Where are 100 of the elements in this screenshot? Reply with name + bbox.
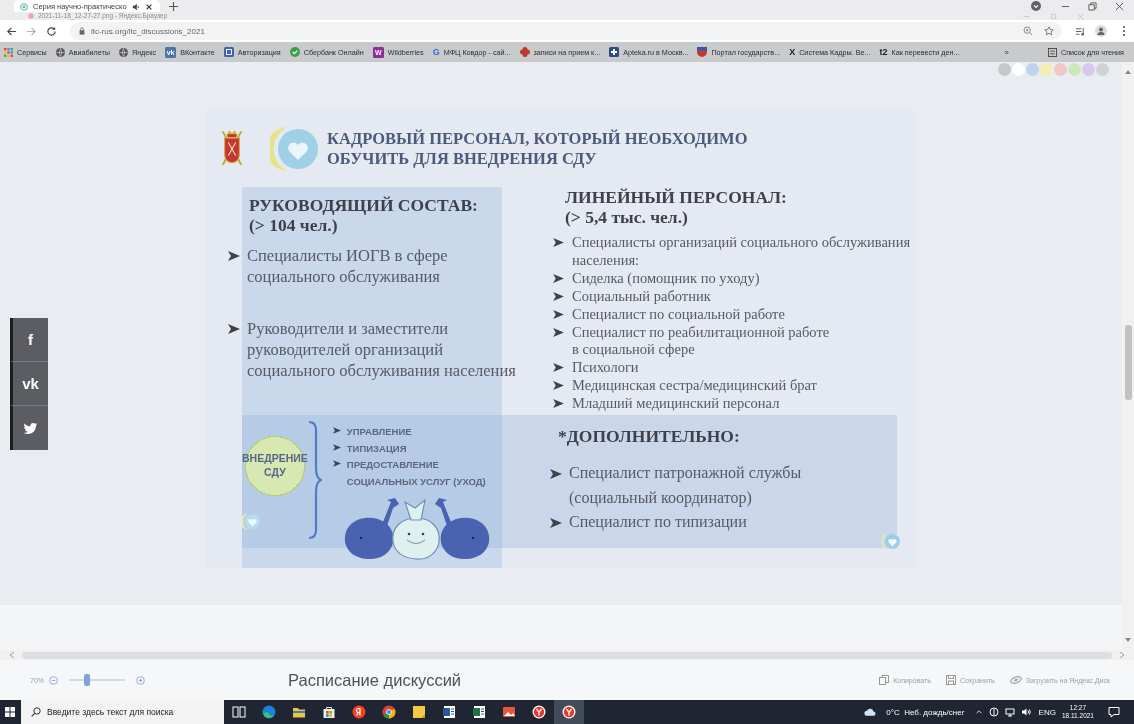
document-icon [442,705,456,719]
close-icon [1077,12,1084,20]
site-logo: t2 [879,47,888,57]
search-icon [31,707,41,717]
search-field[interactable]: Введите здесь текст для поиска [21,700,224,724]
globe-icon [118,47,128,57]
arrow-bullet-icon [228,251,240,261]
chevron-down-icon[interactable] [1031,1,1041,11]
browser-icon [562,705,576,719]
notification-icon[interactable] [1108,706,1120,718]
app-logo-icon [28,13,34,19]
list-item-text: Специалисты ИОГВ в сфере социального обслуживания [247,245,449,287]
arrow-bullet-icon [332,460,341,467]
list-item-text: Руководители и заместители руководителей организаций социального обслуживания населения [247,318,517,381]
share-button[interactable] [10,406,48,450]
list-item-text: Психологи [572,359,640,378]
scrollbar-thumb[interactable] [22,651,1112,659]
scroll-down-icon[interactable] [1125,638,1131,642]
arrow-bullet-icon [553,399,564,409]
plus-icon[interactable] [168,2,178,11]
list-item-text: Специалист патронажной службы (социальный координатор) [569,463,802,509]
arrow-bullet-icon [553,381,564,391]
arrow-bullet-icon [553,309,564,319]
share-button[interactable]: f [10,318,48,362]
arrow-bullet-icon [553,291,564,301]
topic-label: ВНЕДРЕНИЕ СДУ [242,435,308,497]
section-heading: *ДОПОЛНИТЕЛЬНО: [557,426,741,446]
globe-icon [55,47,65,57]
list-item-text: Специалисты организаций социального обслуживания населения: [572,234,912,270]
reload-icon[interactable] [46,25,57,37]
slide-title: КАДРОВЫЙ ПЕРСОНАЛ, КОТОРЫЙ НЕОБХОДИМО ОБУЧИТЬ ДЛЯ ВНЕДРЕНИЯ СДУ [327,129,749,168]
arrow-bullet-icon [228,324,240,334]
app-logo-icon [352,705,366,719]
close-icon[interactable] [1115,2,1124,11]
share-button[interactable]: vk [10,362,48,406]
bird-icon [23,421,38,435]
browser-icon [382,705,396,719]
site-logo: G [432,47,440,57]
circle-icon[interactable] [988,707,999,717]
picture-icon [502,705,516,719]
restore-icon[interactable] [1088,2,1097,11]
arrow-bullet-icon [550,469,562,479]
heart-logo-icon [882,532,901,551]
taskbar-button[interactable] [554,700,584,724]
back-icon[interactable] [6,25,17,37]
menu-icon[interactable] [1122,25,1126,37]
section-count: (> 5,4 тыс. чел.) [564,207,689,227]
list-icon [1047,47,1057,57]
cloud-icon [864,706,877,718]
section-heading: ЛИНЕЙНЫЙ ПЕРСОНАЛ: [564,187,788,207]
sticky-note-icon [412,705,426,719]
arrow-bullet-icon [553,273,564,283]
site-logo-icon [20,2,28,11]
site-logo: X [789,47,796,57]
list-item-text: УПРАВЛЕНИЕ [346,425,413,439]
arrow-bullet-icon [332,443,341,451]
address-field[interactable]: ltc-rus.org/ltc_discussions_2021 [70,22,1062,40]
task-view-icon [232,705,246,719]
arrow-bullet-icon [553,327,564,337]
arrow-bullet-icon [550,518,562,528]
close-icon[interactable] [144,2,153,11]
spreadsheet-icon [472,705,486,719]
image-title: Расписание дискуссий [288,670,462,690]
star-icon[interactable] [1044,26,1054,36]
disk-icon [1009,674,1022,686]
chevron-up-icon[interactable] [974,708,983,716]
apps-grid-icon [4,47,13,57]
whale-icon [434,498,489,560]
shopping-bag-icon [322,705,336,719]
arrow-bullet-icon [332,427,341,434]
list-item-text: Специалист по реабилитационной работе в социальной сфере [572,323,831,360]
section-heading: РУКОВОДЯЩИЙ СОСТАВ: [248,195,479,215]
scroll-up-icon[interactable] [1125,70,1131,74]
slider-thumb[interactable] [83,674,90,686]
language-indicator[interactable]: ENG [1038,707,1056,717]
playlist-icon[interactable] [1075,25,1086,37]
avatar-icon[interactable] [1095,25,1107,37]
folder-icon [292,705,306,719]
copy-icon [879,675,890,685]
arrow-bullet-icon [553,363,564,373]
monitor-icon[interactable] [1004,707,1015,717]
speaker-icon[interactable] [1020,707,1031,717]
arrow-bullet-icon [553,238,564,247]
curly-brace-icon [307,420,322,540]
list-item-text: Социальный работник [572,287,712,306]
list-item-text: Специалист по социальной работе [572,305,786,324]
whale-icon [391,498,440,560]
list-item-text: Сиделка (помощник по уходу) [572,269,761,288]
lock-icon [78,27,86,35]
list-item-text: Специалист по типизации [569,512,747,533]
more-bookmarks-button[interactable]: » [1004,47,1009,57]
browser-icon [262,705,276,719]
scrollbar-thumb[interactable] [1124,325,1132,400]
list-item-text: ТИПИЗАЦИЯ [346,441,408,456]
save-icon [945,675,956,685]
speaker-icon[interactable] [131,2,140,11]
zoom-icon[interactable] [1023,26,1033,36]
whale-icon [344,498,399,560]
windows-logo-icon[interactable] [5,707,15,717]
section-count: (> 104 чел.) [248,215,339,235]
